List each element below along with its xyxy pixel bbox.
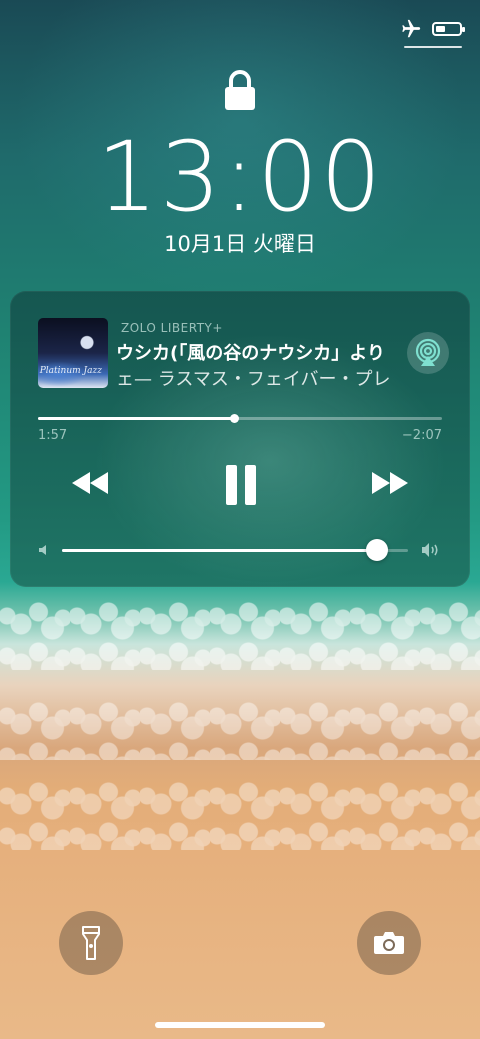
flashlight-icon: [82, 926, 100, 960]
camera-button[interactable]: [357, 911, 421, 975]
airplane-icon: [402, 19, 421, 38]
volume-high-icon: [422, 543, 438, 557]
lock-icon: [225, 70, 255, 110]
volume-low-icon: [39, 545, 46, 555]
wallpaper-foam: [0, 700, 480, 760]
scrubber-progress: [38, 417, 234, 420]
airplay-icon: [415, 338, 441, 366]
elapsed-time: 1:57: [38, 428, 68, 443]
battery-icon: [432, 22, 465, 36]
volume-slider[interactable]: [62, 539, 408, 561]
lock-screen-date: 10月1日 火曜日: [164, 232, 316, 256]
now-playing-card[interactable]: Platinum Jazz ZOLO LIBERTY+ ウシカ(「風の谷のナウシ…: [10, 291, 470, 587]
wallpaper-foam: [0, 780, 480, 850]
volume-knob[interactable]: [365, 539, 388, 561]
flashlight-button[interactable]: [59, 911, 123, 975]
wallpaper-foam: [0, 600, 480, 670]
camera-icon: [374, 932, 404, 954]
lock-screen-time: 13:00: [96, 121, 384, 233]
pause-icon: [226, 465, 256, 505]
scrubber-knob[interactable]: [229, 414, 239, 423]
remaining-time: −2:07: [401, 428, 442, 443]
rewind-icon: [72, 472, 108, 494]
airplay-button[interactable]: [407, 332, 449, 374]
album-art[interactable]: Platinum Jazz: [38, 318, 108, 388]
rewind-button[interactable]: [68, 461, 112, 505]
home-indicator[interactable]: [155, 1022, 325, 1028]
track-artist: ェ— ラスマス・フェイバー・プレ: [116, 369, 391, 390]
album-art-text: Platinum Jazz: [39, 366, 102, 376]
volume-level: [62, 549, 377, 552]
audio-route-label: ZOLO LIBERTY+: [121, 321, 223, 335]
status-bar: [400, 16, 465, 42]
control-center-indicator[interactable]: [404, 46, 462, 48]
fast-forward-icon: [372, 472, 408, 494]
track-title: ウシカ(「風の谷のナウシカ」より: [116, 343, 385, 364]
pause-button[interactable]: [219, 461, 263, 509]
fast-forward-button[interactable]: [368, 461, 412, 505]
playback-scrubber[interactable]: [38, 414, 442, 423]
